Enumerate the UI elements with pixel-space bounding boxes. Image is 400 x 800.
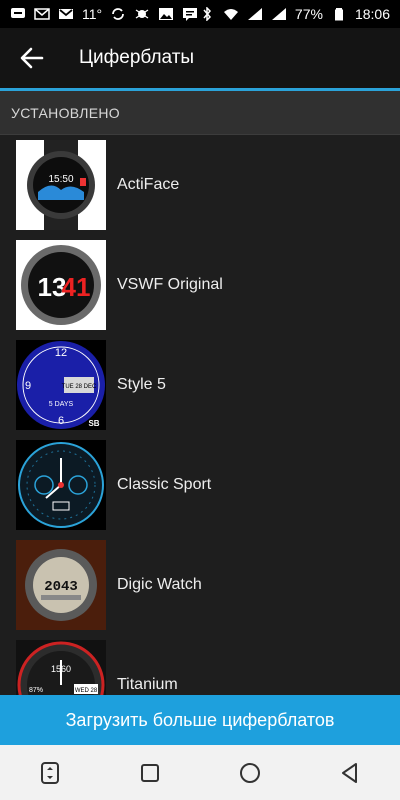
- watchface-item-actiface[interactable]: 15:50 ActiFace: [0, 135, 400, 235]
- signal-icon: [271, 7, 287, 21]
- bluetooth-icon: [199, 7, 215, 21]
- svg-text:87%: 87%: [29, 687, 43, 694]
- watchface-thumbnail-actiface: 15:50: [16, 140, 106, 230]
- watchface-name: Style 5: [117, 376, 166, 393]
- system-navigation-bar: [0, 745, 400, 800]
- svg-text:WED 28: WED 28: [75, 688, 98, 694]
- status-bar: 11° 77% 18:06: [0, 0, 400, 28]
- watchface-name: Titanium: [117, 676, 178, 693]
- watchface-thumbnail-classic-sport: [16, 440, 106, 530]
- image-icon: [158, 7, 174, 21]
- battery-icon: [331, 7, 347, 21]
- chat-icon: [182, 7, 198, 21]
- watchface-thumbnail-digic: 2043: [16, 540, 106, 630]
- svg-text:TUE 28 DEC: TUE 28 DEC: [62, 384, 97, 390]
- sync-icon: [110, 7, 126, 21]
- svg-text:SB: SB: [88, 419, 99, 428]
- svg-text:12: 12: [55, 347, 67, 359]
- home-icon[interactable]: [226, 753, 274, 793]
- mail-icon: [34, 7, 50, 21]
- page-title: Циферблаты: [79, 47, 195, 68]
- watchface-item-titanium[interactable]: 1560 87% WED 28 Titanium: [0, 635, 400, 695]
- nav-switch-icon[interactable]: [26, 753, 74, 793]
- watchface-thumbnail-style5: 12 9 6 TUE 28 DEC 5 DAYS SB: [16, 340, 106, 430]
- back-arrow-icon[interactable]: [18, 44, 46, 72]
- back-icon[interactable]: [326, 753, 374, 793]
- download-more-watchfaces-button[interactable]: Загрузить больше циферблатов: [0, 695, 400, 745]
- svg-text:5 DAYS: 5 DAYS: [49, 401, 74, 408]
- watchface-name: VSWF Original: [117, 276, 223, 293]
- watchface-name: Classic Sport: [117, 476, 212, 493]
- section-header-installed: УСТАНОВЛЕНО: [0, 91, 400, 135]
- watchface-item-style-5[interactable]: 12 9 6 TUE 28 DEC 5 DAYS SB Style 5: [0, 335, 400, 435]
- signal-4g-icon: [247, 7, 263, 21]
- svg-text:6: 6: [58, 415, 64, 427]
- clock: 18:06: [354, 6, 390, 22]
- watchface-name: Digic Watch: [117, 576, 202, 593]
- notification-icons: 11°: [10, 6, 198, 22]
- gmail-icon: [58, 7, 74, 21]
- wifi-icon: [223, 7, 239, 21]
- battery-percent: 77%: [294, 6, 323, 22]
- svg-text:9: 9: [25, 380, 31, 392]
- sms-icon: [10, 7, 26, 21]
- watchface-list: 15:50 ActiFace 13 41 VSWF Original 12 9 …: [0, 135, 400, 695]
- svg-text:41: 41: [62, 272, 91, 302]
- temperature: 11°: [82, 6, 103, 22]
- bug-icon: [134, 7, 150, 21]
- svg-text:15:50: 15:50: [48, 174, 73, 185]
- watchface-name: ActiFace: [117, 176, 180, 193]
- recent-apps-icon[interactable]: [126, 753, 174, 793]
- app-bar: Циферблаты: [0, 28, 400, 88]
- watchface-item-classic-sport[interactable]: Classic Sport: [0, 435, 400, 535]
- watchface-thumbnail-vswf: 13 41: [16, 240, 106, 330]
- watchface-item-vswf-original[interactable]: 13 41 VSWF Original: [0, 235, 400, 335]
- watchface-item-digic-watch[interactable]: 2043 Digic Watch: [0, 535, 400, 635]
- watchface-thumbnail-titanium: 1560 87% WED 28: [16, 640, 106, 695]
- svg-text:2043: 2043: [44, 579, 78, 595]
